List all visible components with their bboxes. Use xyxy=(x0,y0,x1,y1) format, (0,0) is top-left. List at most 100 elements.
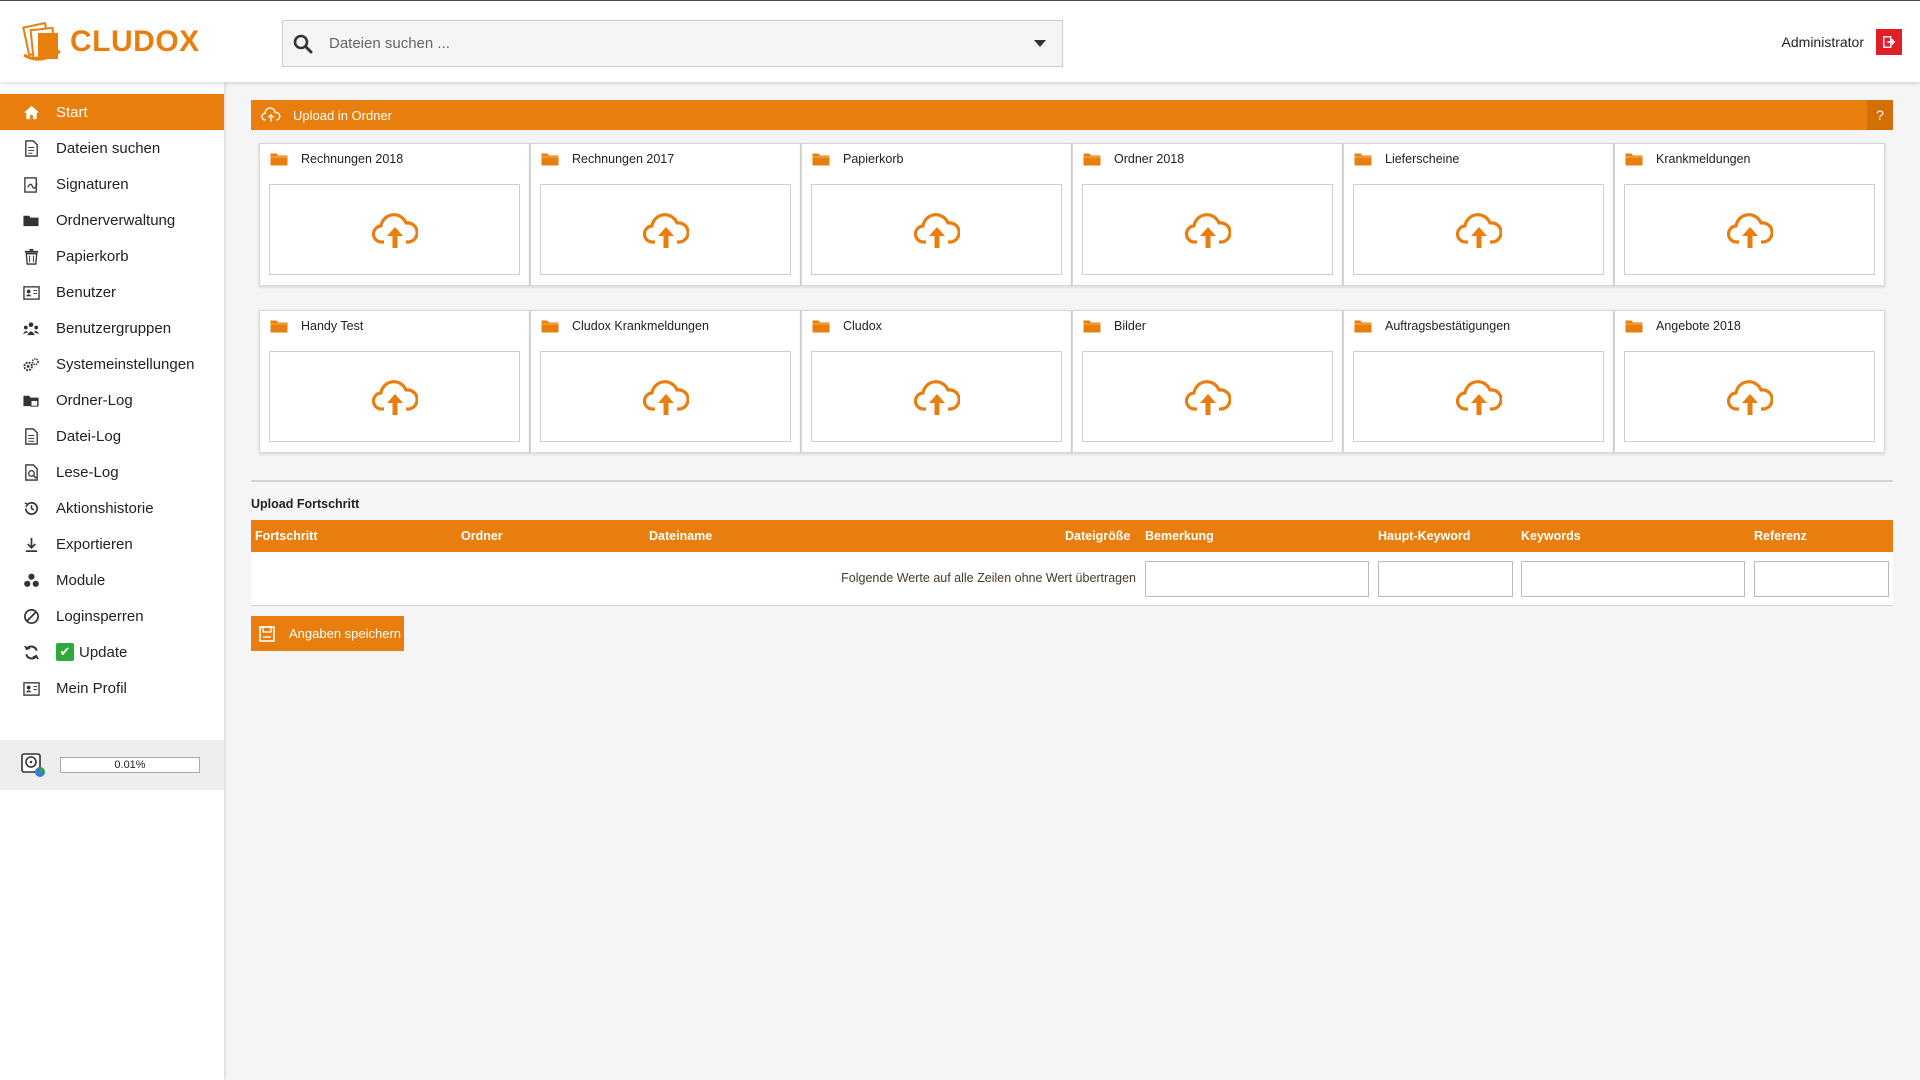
sidebar-item-mein-profil[interactable]: Mein Profil xyxy=(0,670,224,706)
folder-log-icon xyxy=(22,391,40,409)
folder-card[interactable]: Bilder xyxy=(1072,310,1343,453)
column-header-fortschritt: Fortschritt xyxy=(255,529,318,543)
upload-drop-zone[interactable] xyxy=(811,351,1062,442)
save-details-button[interactable]: Angaben speichern xyxy=(251,616,404,651)
folder-card[interactable]: Cludox Krankmeldungen xyxy=(530,310,801,453)
sidebar-item-update[interactable]: ✔ Update xyxy=(0,634,224,670)
sidebar-item-aktionshistorie[interactable]: Aktionshistorie xyxy=(0,490,224,526)
sidebar-item-label: Update xyxy=(79,643,128,661)
folder-icon xyxy=(22,211,40,229)
search-icon[interactable] xyxy=(293,34,313,54)
column-header-bemerkung: Bemerkung xyxy=(1145,529,1214,543)
keywords-input[interactable] xyxy=(1521,561,1745,597)
haupt-keyword-input[interactable] xyxy=(1378,561,1513,597)
sidebar-item-systemeinstellungen[interactable]: Systemeinstellungen xyxy=(0,346,224,382)
cloud-upload-icon xyxy=(913,212,960,248)
cloud-upload-icon xyxy=(913,379,960,415)
sidebar-item-label: Module xyxy=(56,571,106,589)
sidebar-item-start[interactable]: Start xyxy=(0,94,224,130)
folder-icon xyxy=(1083,153,1101,166)
upload-drop-zone[interactable] xyxy=(1082,351,1333,442)
upload-drop-zone[interactable] xyxy=(1624,351,1875,442)
sidebar-item-dateien-suchen[interactable]: Dateien suchen xyxy=(0,130,224,166)
sidebar-item-module[interactable]: Module xyxy=(0,562,224,598)
folder-card[interactable]: Lieferscheine xyxy=(1343,143,1614,286)
cloud-upload-icon xyxy=(1455,212,1502,248)
cloud-upload-icon xyxy=(642,379,689,415)
logout-button[interactable] xyxy=(1876,29,1902,55)
search-input[interactable] xyxy=(329,23,1034,64)
main-content: Upload in Ordner ? Rechnungen 2018 Rechnu… xyxy=(251,100,1893,651)
folder-card[interactable]: Ordner 2018 xyxy=(1072,143,1343,286)
referenz-input[interactable] xyxy=(1754,561,1889,597)
disk-usage-icon xyxy=(21,753,45,777)
sidebar-item-label: Signaturen xyxy=(56,175,129,193)
folder-card-title: Bilder xyxy=(1083,319,1146,333)
chevron-down-icon[interactable] xyxy=(1034,40,1046,47)
folder-card[interactable]: Rechnungen 2018 xyxy=(259,143,530,286)
trash-icon xyxy=(22,247,40,265)
folder-name: Handy Test xyxy=(301,319,364,333)
sidebar-item-exportieren[interactable]: Exportieren xyxy=(0,526,224,562)
help-button[interactable]: ? xyxy=(1867,100,1893,130)
upload-drop-zone[interactable] xyxy=(269,184,520,275)
sidebar: Start Dateien suchen Signaturen Ordnerve… xyxy=(0,82,224,1080)
divider xyxy=(251,480,1893,482)
sidebar-item-lese-log[interactable]: Lese-Log xyxy=(0,454,224,490)
upload-drop-zone[interactable] xyxy=(811,184,1062,275)
sidebar-item-label: Systemeinstellungen xyxy=(56,355,195,373)
sidebar-item-label: Aktionshistorie xyxy=(56,499,154,517)
history-icon xyxy=(22,499,40,517)
sidebar-item-ordnerverwaltung[interactable]: Ordnerverwaltung xyxy=(0,202,224,238)
sidebar-item-benutzergruppen[interactable]: Benutzergruppen xyxy=(0,310,224,346)
logo-mark-icon xyxy=(22,21,61,61)
sidebar-item-label: Exportieren xyxy=(56,535,133,553)
sidebar-item-label: Benutzergruppen xyxy=(56,319,172,337)
save-details-label: Angaben speichern xyxy=(289,626,402,641)
upload-drop-zone[interactable] xyxy=(1082,184,1333,275)
folder-name: Cludox xyxy=(843,319,882,333)
upload-drop-zone[interactable] xyxy=(1353,351,1604,442)
folder-card-title: Auftragsbestätigungen xyxy=(1354,319,1510,333)
cloud-upload-icon xyxy=(1726,379,1773,415)
search-box[interactable] xyxy=(282,20,1063,67)
folder-card[interactable]: Cludox xyxy=(801,310,1072,453)
sidebar-item-label: Benutzer xyxy=(56,283,117,301)
upload-drop-zone[interactable] xyxy=(1624,184,1875,275)
upload-table-header: Fortschritt Ordner Dateiname Dateigröße … xyxy=(251,520,1893,552)
upload-drop-zone[interactable] xyxy=(1353,184,1604,275)
column-header-ordner: Ordner xyxy=(461,529,503,543)
sidebar-item-label: Start xyxy=(56,103,88,121)
folder-card[interactable]: Rechnungen 2017 xyxy=(530,143,801,286)
folder-name: Papierkorb xyxy=(843,152,904,166)
folder-card[interactable]: Papierkorb xyxy=(801,143,1072,286)
sidebar-item-ordner-log[interactable]: Ordner-Log xyxy=(0,382,224,418)
folder-card-title: Lieferscheine xyxy=(1354,152,1459,166)
folder-icon xyxy=(812,320,830,333)
bemerkung-input[interactable] xyxy=(1145,561,1369,597)
upload-drop-zone[interactable] xyxy=(540,351,791,442)
upload-title: Upload in Ordner xyxy=(293,107,392,123)
logo-text: CLUDOX xyxy=(70,25,200,58)
folder-card-title: Krankmeldungen xyxy=(1625,152,1751,166)
logo[interactable]: CLUDOX xyxy=(20,21,200,63)
folder-icon xyxy=(1354,153,1372,166)
upload-drop-zone[interactable] xyxy=(540,184,791,275)
folder-card[interactable]: Angebote 2018 xyxy=(1614,310,1885,453)
sidebar-nav: Start Dateien suchen Signaturen Ordnerve… xyxy=(0,94,224,706)
cloud-upload-icon xyxy=(371,379,418,415)
sidebar-item-signaturen[interactable]: Signaturen xyxy=(0,166,224,202)
folder-card-title: Rechnungen 2017 xyxy=(541,152,674,166)
folder-card[interactable]: Krankmeldungen xyxy=(1614,143,1885,286)
upload-drop-zone[interactable] xyxy=(269,351,520,442)
document-search-icon xyxy=(22,139,40,157)
folder-icon xyxy=(541,320,559,333)
sidebar-item-datei-log[interactable]: Datei-Log xyxy=(0,418,224,454)
sidebar-item-papierkorb[interactable]: Papierkorb xyxy=(0,238,224,274)
folder-card[interactable]: Handy Test xyxy=(259,310,530,453)
folder-card[interactable]: Auftragsbestätigungen xyxy=(1343,310,1614,453)
sidebar-item-loginsperren[interactable]: Loginsperren xyxy=(0,598,224,634)
folder-icon xyxy=(812,153,830,166)
sidebar-item-benutzer[interactable]: Benutzer xyxy=(0,274,224,310)
disk-usage-text: 0.01% xyxy=(114,759,146,771)
